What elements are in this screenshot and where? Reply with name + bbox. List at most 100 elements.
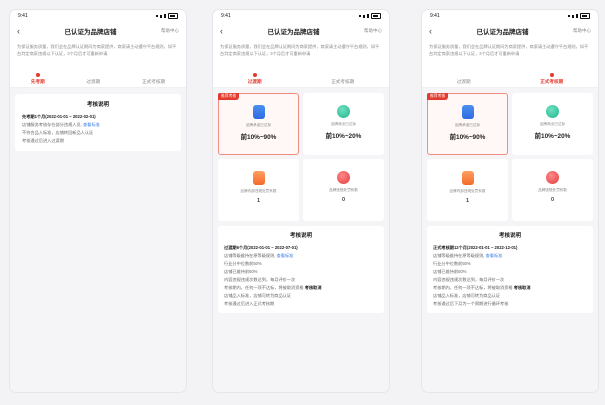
notice-text: 为保证服务质量，我们会在品牌认证期间为商家提供，商家请主动遵守平台规则，如平台判… [422,40,598,63]
phone-screen-trial: 9:41 ‹ 已认证为品牌店铺 帮助中心 为保证服务质量，我们会在品牌认证期间为… [10,10,186,392]
help-center-link[interactable]: 帮助中心 [161,28,179,34]
warning-circle-icon [546,171,559,184]
metric-value: 1 [465,198,470,204]
metric-value: 前10%~90% [240,134,277,141]
nav-bar: ‹ 已认证为品牌店铺 帮助中心 [422,22,598,40]
rule-line: 过渡期6个月(2022-01-01 ~ 2022-07-01) [224,245,298,250]
notice-text: 为保证服务质量，我们会在品牌认证期间为商家提供，商家请主动遵守平台规则，如平台判… [213,40,389,63]
tab-formal[interactable]: 正式考核期 [142,73,165,85]
metric-card-promise[interactable]: 推荐考核 品牌承诺已达标 前10%~90% [218,93,299,155]
tab-bar: 先考期 过渡期 正式考核期 [10,63,186,88]
metric-value: 前10%~20% [325,133,362,140]
metric-value: 0 [550,197,555,203]
signal-icons [156,13,178,19]
status-time: 9:41 [18,13,28,19]
metric-label: 品牌内部违规处罚系数 [240,189,277,193]
phone-screen-transition: 9:41 ‹ 已认证为品牌店铺 帮助中心 为保证服务质量，我们会在品牌认证期间为… [213,10,389,392]
rule-line: 店铺等级维持在原等级规则, 查看标准 [433,253,503,258]
metric-card-penalty[interactable]: 品牌违规处罚系数 0 [512,159,593,221]
status-bar: 9:41 [422,10,598,22]
metric-label: 品牌承诺已达标 [245,123,272,127]
page-title: 已认证为品牌店铺 [64,29,117,36]
metric-card-penalty[interactable]: 品牌违规处罚系数 0 [303,159,384,221]
nav-bar: ‹ 已认证为品牌店铺 帮助中心 [213,22,389,40]
metric-label: 品牌商业已达标 [330,122,357,126]
rule-line: 正式考核期12个月(2022-01-01 ~ 2022-12-01) [433,245,518,250]
help-center-link[interactable]: 帮助中心 [364,28,382,34]
metric-label: 品牌违规处罚系数 [329,188,358,192]
rule-line: 行业分中位数前50% [224,261,262,266]
tab-trial[interactable]: 先考期 [31,73,45,85]
check-circle-icon [337,105,350,118]
rule-line: 内容违规违规次数达到，每月评价一次 [224,277,296,282]
tab-formal[interactable]: 正式考核期 [331,73,354,85]
metric-card-internal-penalty[interactable]: 品牌内部违规处罚系数 1 [427,159,508,221]
rule-line: 考核期内，任何一项不达标，将被取消资格 考核取消 [224,285,322,290]
rule-line: 先考期1个月(2022-01-01 ~ 2022-02-01) [22,114,96,119]
card-title: 考核说明 [86,102,109,108]
rule-line: 店铺已维持前50% [224,269,258,274]
tab-transition[interactable]: 过渡期 [86,73,100,85]
check-circle-icon [546,105,559,118]
tab-transition[interactable]: 过渡期 [248,73,262,85]
metric-card-internal-penalty[interactable]: 品牌内部违规处罚系数 1 [218,159,299,221]
metric-label: 品牌内部违规处罚系数 [449,189,486,193]
nav-bar: ‹ 已认证为品牌店铺 帮助中心 [10,22,186,40]
status-time: 9:41 [430,13,440,19]
rule-line: 店铺品入标准，店铺可转为商品认证 [433,293,501,298]
back-icon[interactable]: ‹ [17,26,20,36]
status-bar: 9:41 [213,10,389,22]
card-title: 考核说明 [498,233,521,239]
assessment-card: 考核说明 正式考核期12个月(2022-01-01 ~ 2022-12-01) … [427,226,593,313]
assessment-card: 考核说明 先考期1个月(2022-01-01 ~ 2022-02-01) 店铺服… [15,94,181,151]
signal-icons [568,13,590,19]
tab-bar: 过渡期 正式考核期 [213,63,389,88]
document-icon [252,105,265,119]
tab-transition[interactable]: 过渡期 [457,73,471,85]
page-title: 已认证为品牌店铺 [476,29,529,36]
recommend-badge: 推荐考核 [427,93,449,100]
status-time: 9:41 [221,13,231,19]
view-standard-link[interactable]: 查看标准 [486,253,503,258]
rule-line: 店铺已维持前50% [433,269,467,274]
signal-icons [359,13,381,19]
page-title: 已认证为品牌店铺 [267,29,320,36]
rule-line: 考核通过后进入过渡期 [22,138,64,143]
metric-label: 品牌商业已达标 [539,122,566,126]
view-standard-link[interactable]: 查看标准 [83,122,100,127]
rule-line: 行业分中位数前50% [433,261,471,266]
warning-circle-icon [337,171,350,184]
phone-screen-formal: 9:41 ‹ 已认证为品牌店铺 帮助中心 为保证服务质量，我们会在品牌认证期间为… [422,10,598,392]
document-icon [461,105,474,119]
tab-formal[interactable]: 正式考核期 [540,73,563,85]
view-standard-link[interactable]: 查看标准 [277,253,294,258]
metric-card-business[interactable]: 品牌商业已达标 前10%~20% [512,93,593,155]
status-bar: 9:41 [10,10,186,22]
clipboard-icon [252,171,265,185]
metric-grid: 推荐考核 品牌承诺已达标 前10%~90% 品牌商业已达标 前10%~20% 品… [422,88,598,221]
battery-icon [580,13,590,19]
rule-line: 店铺品入标准，店铺可转为商品认证 [224,293,292,298]
notice-text: 为保证服务质量，我们会在品牌认证期间为商家提供，商家请主动遵守平台规则，如平台判… [10,40,186,63]
metric-value: 前10%~20% [534,133,571,140]
recommend-badge: 推荐考核 [218,93,240,100]
rule-line: 店铺等级维持在原等级规则, 查看标准 [224,253,294,258]
rule-line: 考核通过后下月为一个周期进行循环考核 [433,301,509,306]
metric-card-business[interactable]: 品牌商业已达标 前10%~20% [303,93,384,155]
rule-line: 不符合品入标准，店铺转回新品人认证 [22,130,94,135]
metric-card-promise[interactable]: 推荐考核 品牌承诺已达标 前10%~90% [427,93,508,155]
clipboard-icon [461,171,474,185]
rule-line: 内容违规违规次数达到，每月评价一次 [433,277,505,282]
battery-icon [168,13,178,19]
rule-line: 考核通过后进入正式考核期 [224,301,275,306]
rule-line: 店铺服务考核存在部分违规人员, 查看标准 [22,122,100,127]
tab-bar: 过渡期 正式考核期 [422,63,598,88]
back-icon[interactable]: ‹ [220,26,223,36]
metric-grid: 推荐考核 品牌承诺已达标 前10%~90% 品牌商业已达标 前10%~20% 品… [213,88,389,221]
help-center-link[interactable]: 帮助中心 [573,28,591,34]
rule-line: 考核期内，任何一项不达标，将被取消资格 考核取消 [433,285,531,290]
metric-label: 品牌承诺已达标 [454,123,481,127]
battery-icon [371,13,381,19]
metric-label: 品牌违规处罚系数 [538,188,567,192]
back-icon[interactable]: ‹ [429,26,432,36]
